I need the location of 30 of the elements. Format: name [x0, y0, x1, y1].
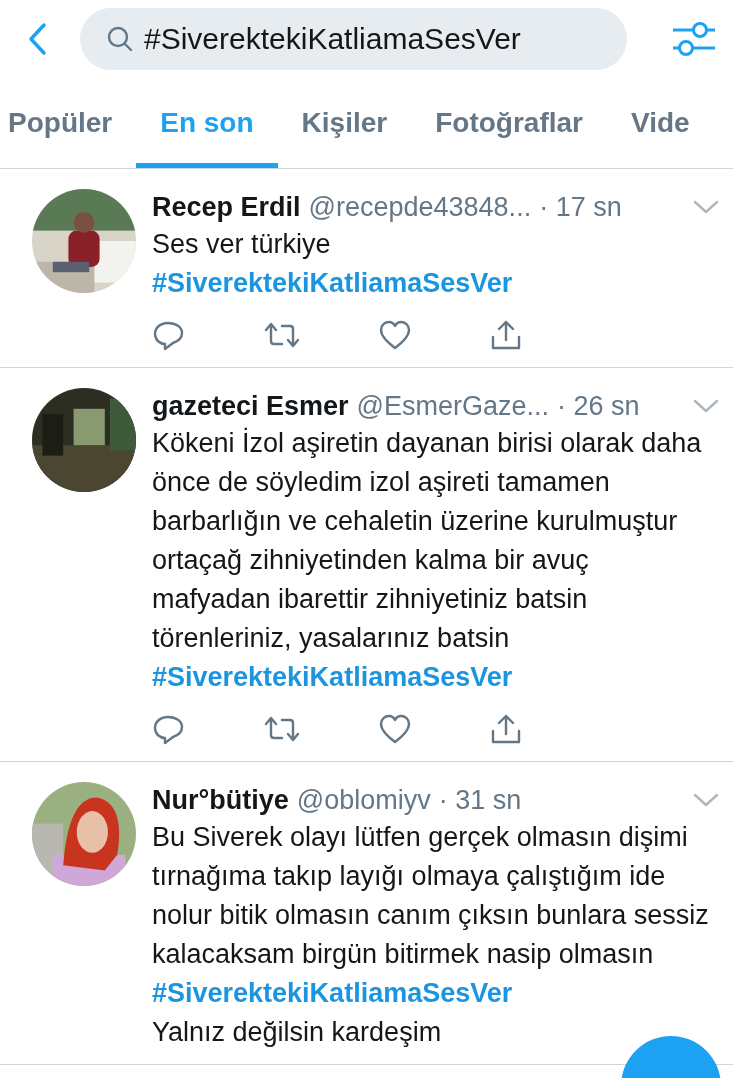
user-name: Recep Erdil — [152, 191, 301, 224]
timestamp: · 31 sn — [438, 784, 522, 817]
hashtag-link[interactable]: #SiverektekiKatliamaSesVer — [152, 974, 719, 1013]
user-handle: @recepde43848... — [308, 191, 532, 224]
tab[interactable]: En son — [136, 78, 278, 168]
tweet-text: Ses ver türkiye — [152, 228, 332, 261]
user-handle: @oblomiyv — [296, 784, 431, 817]
filter-icon[interactable] — [671, 19, 717, 59]
share-icon[interactable] — [489, 713, 522, 745]
hashtag-link[interactable]: #SiverektekiKatliamaSesVer — [152, 658, 719, 697]
tweet-text: Bu Siverek olayı lütfen gerçek olmasın dişimi tırnağıma takıp layığı olmaya çalıştığım ide nolur bitik olmasın canım çıksın bunlara sessiz kalacaksam birgün bitirmek nasip olmasın — [152, 821, 710, 971]
hashtag-link[interactable]: #SiverektekiKatliamaSesVer — [152, 264, 719, 303]
tweet-text: Kökeni İzol aşiretin dayanan birisi olarak daha önce de söyledim izol aşireti tamamen barbarlığın ve cehaletin üzerine kurulmuştur ortaçağ zihniyetinden kalma bir avuç mafyadan ibarettir zihniyetiniz batsin törenleriniz, yasalarınız batsin — [152, 426, 703, 655]
heart-icon[interactable] — [379, 319, 412, 351]
share-icon[interactable] — [489, 319, 522, 351]
tab[interactable]: Fotoğraflar — [411, 78, 607, 168]
reply-icon[interactable] — [152, 713, 184, 745]
search-field[interactable]: #SiverektekiKatliamaSesVer — [80, 8, 627, 70]
heart-icon[interactable] — [379, 713, 412, 745]
timestamp: · 17 sn — [539, 191, 622, 224]
tab[interactable]: Kişiler — [277, 78, 412, 168]
user-handle: @EsmerGaze... — [356, 390, 550, 423]
timestamp: · 26 sn — [557, 390, 640, 423]
tweet-text: Yalnız değilsin kardeşim — [152, 1016, 443, 1049]
user-name: Nur°bütiye — [152, 784, 289, 817]
tab[interactable]: Vide — [606, 78, 714, 168]
user-name: gazeteci Esmer — [152, 390, 349, 423]
search-icon — [106, 25, 134, 53]
tab[interactable]: Popüler — [0, 78, 137, 168]
reply-icon[interactable] — [152, 319, 184, 351]
